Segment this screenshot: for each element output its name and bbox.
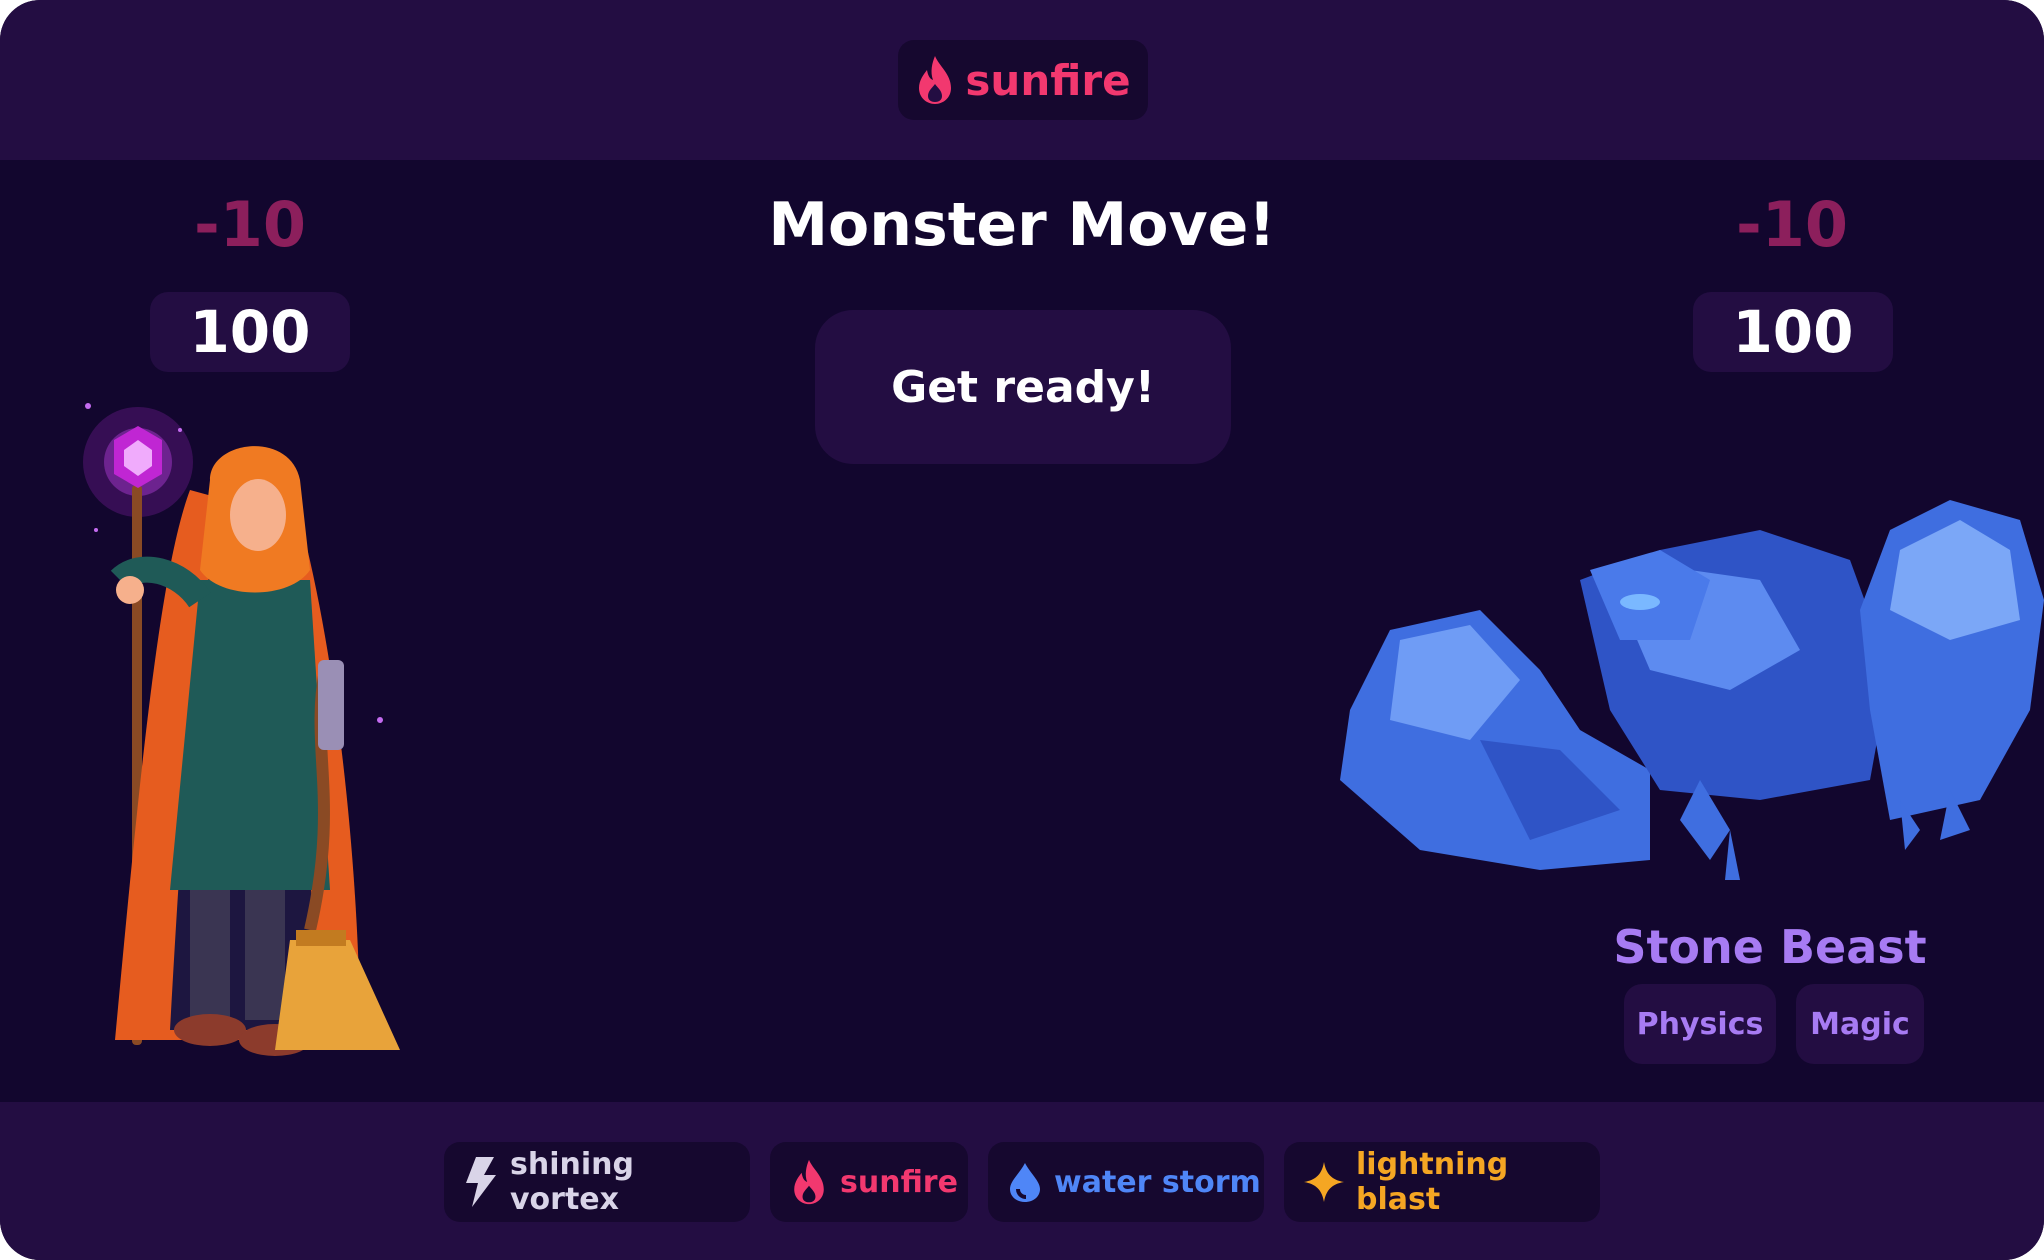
sparkle-icon [1304,1162,1344,1202]
spell-label: water storm [1054,1164,1261,1200]
game-window: sunfire -10 100 -10 100 Monster Move! Ge… [0,0,2044,1260]
player-damage-delta: -10 [193,188,306,261]
flame-icon [790,1158,828,1206]
monster-tag-magic: Magic [1796,984,1924,1064]
opponent-stone-golem-character [1330,490,2044,890]
spell-button-lightning-blast[interactable]: lightning blast [1284,1142,1600,1222]
spell-button-water-storm[interactable]: water storm [988,1142,1264,1222]
spell-button-sunfire[interactable]: sunfire [770,1142,968,1222]
player-wizard-character [60,370,440,1090]
current-spell-label: sunfire [965,55,1131,105]
bolt-icon [464,1157,498,1207]
spell-label: sunfire [840,1164,958,1200]
droplet-icon [1008,1161,1042,1203]
top-bar: sunfire [0,0,2044,160]
flame-icon [915,54,955,106]
spell-button-shining-vortex[interactable]: shining vortex [444,1142,750,1222]
spell-label: lightning blast [1356,1147,1509,1217]
round-headline: Monster Move! [768,190,1276,260]
current-spell-chip: sunfire [898,40,1148,120]
get-ready-button[interactable]: Get ready! [815,310,1231,464]
monster-tag-physics: Physics [1624,984,1776,1064]
opponent-damage-delta: -10 [1735,188,1848,261]
monster-name: Stone Beast [1613,920,1927,974]
player-hp: 100 [150,292,350,372]
spell-label: shining vortex [510,1147,634,1217]
opponent-hp: 100 [1693,292,1893,372]
